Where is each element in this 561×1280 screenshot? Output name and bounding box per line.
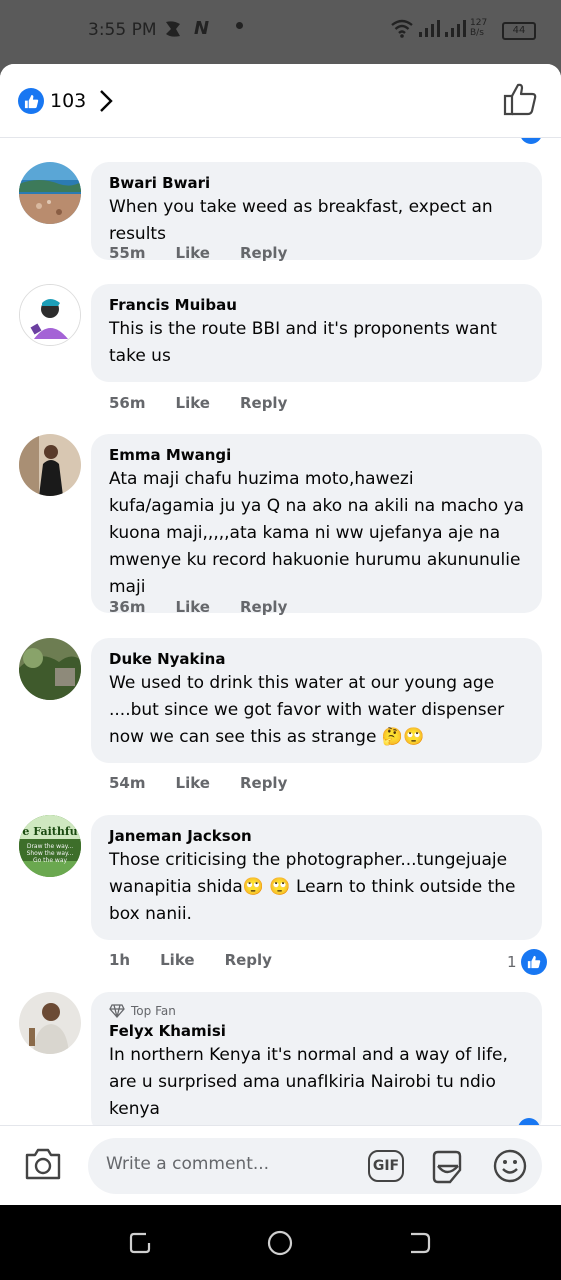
comment-time: 36m	[109, 598, 146, 616]
avatar[interactable]	[19, 992, 81, 1054]
comment-text: Those criticising the photographer...tun…	[109, 850, 516, 924]
comment-bubble[interactable]: Top Fan Felyx Khamisi In northern Kenya …	[91, 992, 542, 1126]
comment-composer: Write a comment... GIF	[0, 1125, 561, 1205]
reaction-count: 103	[50, 90, 87, 112]
app-notification-icon	[162, 18, 184, 45]
comment-reaction-count[interactable]: 1	[507, 949, 547, 975]
chevron-right-icon	[100, 90, 113, 112]
comment-text: Ata maji chafu huzima moto,hawezi kufa/a…	[109, 469, 524, 597]
comments-sheet: 103 Bwari Bwari When you take weed as br…	[0, 64, 561, 1205]
comment-text: In northern Kenya it's normal and a way …	[109, 1045, 508, 1119]
comment-author[interactable]: Felyx Khamisi	[109, 1020, 524, 1042]
comment-time: 55m	[109, 244, 146, 262]
top-fan-badge: Top Fan	[109, 1002, 524, 1020]
comment-placeholder: Write a comment...	[106, 1154, 270, 1174]
comment-author[interactable]: Emma Mwangi	[109, 444, 524, 466]
back-icon[interactable]	[406, 1229, 434, 1257]
gif-button[interactable]: GIF	[368, 1150, 404, 1182]
like-button[interactable]: Like	[176, 394, 210, 412]
comment-actions: 1h Like Reply 1	[109, 949, 547, 975]
reply-button[interactable]: Reply	[225, 951, 272, 969]
wifi-icon	[390, 18, 414, 43]
avatar[interactable]	[19, 284, 81, 346]
android-navigation-bar	[0, 1205, 561, 1280]
home-icon[interactable]	[266, 1229, 294, 1257]
like-reaction-icon	[520, 949, 547, 975]
comment-author[interactable]: Duke Nyakina	[109, 648, 524, 670]
reply-button[interactable]: Reply	[240, 394, 287, 412]
like-button[interactable]: Like	[176, 598, 210, 616]
comment-author[interactable]: Janeman Jackson	[109, 825, 524, 847]
avatar[interactable]: e Faithfu Draw the way... Show the way..…	[19, 815, 81, 877]
comment-actions: 54m Like Reply	[109, 774, 317, 792]
like-reaction-icon	[18, 88, 44, 114]
comment-actions: 36m Like Reply	[109, 598, 317, 616]
comment-time: 1h	[109, 951, 131, 969]
comment-text: We used to drink this water at our young…	[109, 673, 505, 747]
comments-list: Bwari Bwari When you take weed as breakf…	[0, 138, 561, 1126]
reactions-summary[interactable]: 103	[18, 86, 114, 116]
signal-icon-1	[418, 18, 440, 43]
battery-indicator: 44	[502, 22, 536, 40]
network-speed: 127 B/s	[470, 18, 488, 38]
avatar[interactable]	[19, 434, 81, 496]
comment-actions: 55m Like Reply	[109, 244, 317, 262]
comment-input[interactable]: Write a comment... GIF	[88, 1138, 542, 1194]
comment-time: 56m	[109, 394, 146, 412]
camera-button[interactable]	[24, 1146, 62, 1182]
comment-time: 54m	[109, 774, 146, 792]
top-fan-label: Top Fan	[131, 1004, 176, 1018]
like-post-button[interactable]	[503, 82, 537, 116]
reactions-header: 103	[0, 64, 561, 138]
comment-bubble[interactable]: Duke Nyakina We used to drink this water…	[91, 638, 542, 763]
comment-text: This is the route BBI and it's proponent…	[109, 319, 497, 366]
like-button[interactable]: Like	[160, 951, 194, 969]
avatar[interactable]	[19, 162, 81, 224]
recent-apps-icon[interactable]	[126, 1229, 154, 1257]
comment-author[interactable]: Bwari Bwari	[109, 172, 524, 194]
previous-comment-reaction-icon	[520, 138, 542, 144]
sticker-button[interactable]	[428, 1148, 466, 1186]
comment-author[interactable]: Francis Muibau	[109, 294, 524, 316]
avatar-caption: e Faithfu	[22, 825, 78, 838]
netflix-notification-icon: N	[194, 18, 210, 39]
more-notifications-dot	[236, 22, 243, 29]
diamond-icon	[109, 1004, 125, 1018]
reply-button[interactable]: Reply	[240, 774, 287, 792]
signal-icon-2	[444, 18, 466, 43]
reaction-number: 1	[507, 953, 517, 971]
status-time: 3:55 PM	[88, 20, 157, 40]
reply-button[interactable]: Reply	[240, 244, 287, 262]
emoji-button[interactable]	[492, 1148, 528, 1184]
status-bar: 3:55 PM N 127 B/s 44	[0, 0, 561, 64]
comment-bubble[interactable]: Janeman Jackson Those criticising the ph…	[91, 815, 542, 940]
comment-bubble[interactable]: Emma Mwangi Ata maji chafu huzima moto,h…	[91, 434, 542, 613]
like-button[interactable]: Like	[176, 774, 210, 792]
comment-text: When you take weed as breakfast, expect …	[109, 197, 493, 244]
like-button[interactable]: Like	[176, 244, 210, 262]
avatar[interactable]	[19, 638, 81, 700]
comment-actions: 56m Like Reply	[109, 394, 317, 412]
avatar-subcaption: Draw the way... Show the way... Go the w…	[26, 843, 74, 864]
comment-bubble[interactable]: Francis Muibau This is the route BBI and…	[91, 284, 542, 382]
reply-button[interactable]: Reply	[240, 598, 287, 616]
